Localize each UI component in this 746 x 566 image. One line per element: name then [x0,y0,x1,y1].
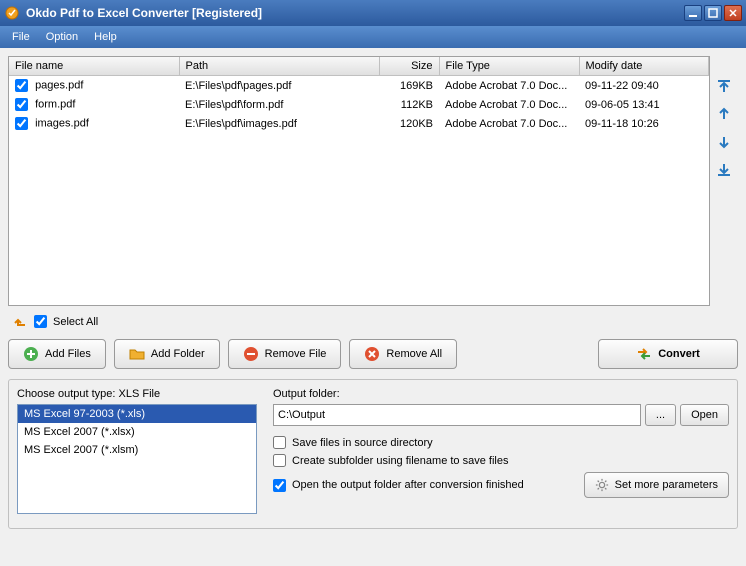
create-subfolder-checkbox[interactable] [273,454,286,467]
file-path: E:\Files\pdf\images.pdf [179,114,379,133]
col-size[interactable]: Size [379,57,439,76]
col-path[interactable]: Path [179,57,379,76]
output-type-label: Choose output type: XLS File [17,388,257,400]
col-date[interactable]: Modify date [579,57,709,76]
file-size: 112KB [379,95,439,114]
format-list[interactable]: MS Excel 97-2003 (*.xls)MS Excel 2007 (*… [17,404,257,514]
file-path: E:\Files\pdf\form.pdf [179,95,379,114]
maximize-button[interactable] [704,5,722,21]
add-folder-button[interactable]: Add Folder [114,339,220,369]
convert-button[interactable]: Convert [598,339,738,369]
row-checkbox[interactable] [15,117,28,130]
minus-icon [243,346,259,362]
convert-icon [636,346,652,362]
file-name: form.pdf [35,98,75,110]
open-folder-button[interactable]: Open [680,404,729,426]
col-type[interactable]: File Type [439,57,579,76]
move-bottom-button[interactable] [714,160,734,180]
x-icon [364,346,380,362]
up-arrow-icon [12,312,28,331]
minimize-button[interactable] [684,5,702,21]
file-date: 09-06-05 13:41 [579,95,709,114]
browse-button[interactable]: ... [645,404,676,426]
menu-file[interactable]: File [4,29,38,45]
file-date: 09-11-18 10:26 [579,114,709,133]
save-in-source-checkbox[interactable] [273,436,286,449]
col-filename[interactable]: File name [9,57,179,76]
row-checkbox[interactable] [15,79,28,92]
format-option[interactable]: MS Excel 97-2003 (*.xls) [18,405,256,423]
table-row[interactable]: pages.pdf E:\Files\pdf\pages.pdf 169KB A… [9,76,709,96]
plus-icon [23,346,39,362]
folder-icon [129,346,145,362]
create-subfolder-label: Create subfolder using filename to save … [292,455,508,467]
title-bar: Okdo Pdf to Excel Converter [Registered] [0,0,746,26]
output-folder-label: Output folder: [273,388,729,400]
table-header-row: File name Path Size File Type Modify dat… [9,57,709,76]
add-files-button[interactable]: Add Files [8,339,106,369]
window-title: Okdo Pdf to Excel Converter [Registered] [26,6,682,20]
open-after-label: Open the output folder after conversion … [292,479,524,491]
reorder-buttons [714,56,738,306]
file-size: 169KB [379,76,439,96]
file-name: images.pdf [35,117,89,129]
table-row[interactable]: images.pdf E:\Files\pdf\images.pdf 120KB… [9,114,709,133]
file-type: Adobe Acrobat 7.0 Doc... [439,76,579,96]
close-button[interactable] [724,5,742,21]
move-up-button[interactable] [714,104,734,124]
move-top-button[interactable] [714,76,734,96]
app-icon [4,5,20,21]
file-date: 09-11-22 09:40 [579,76,709,96]
menu-option[interactable]: Option [38,29,86,45]
menu-bar: File Option Help [0,26,746,48]
file-size: 120KB [379,114,439,133]
format-option[interactable]: MS Excel 2007 (*.xlsm) [18,441,256,459]
content-area: File name Path Size File Type Modify dat… [0,48,746,566]
file-path: E:\Files\pdf\pages.pdf [179,76,379,96]
table-row[interactable]: form.pdf E:\Files\pdf\form.pdf 112KB Ado… [9,95,709,114]
remove-all-button[interactable]: Remove All [349,339,457,369]
file-list[interactable]: File name Path Size File Type Modify dat… [8,56,710,306]
save-in-source-label: Save files in source directory [292,437,433,449]
file-type: Adobe Acrobat 7.0 Doc... [439,95,579,114]
file-type: Adobe Acrobat 7.0 Doc... [439,114,579,133]
select-all-checkbox[interactable] [34,315,47,328]
select-all-label: Select All [53,316,98,328]
move-down-button[interactable] [714,132,734,152]
row-checkbox[interactable] [15,98,28,111]
output-path-input[interactable] [273,404,641,426]
format-option[interactable]: MS Excel 2007 (*.xlsx) [18,423,256,441]
set-more-parameters-button[interactable]: Set more parameters [584,472,729,498]
open-after-checkbox[interactable] [273,479,286,492]
file-name: pages.pdf [35,79,83,91]
gear-icon [595,478,609,492]
menu-help[interactable]: Help [86,29,125,45]
remove-file-button[interactable]: Remove File [228,339,342,369]
